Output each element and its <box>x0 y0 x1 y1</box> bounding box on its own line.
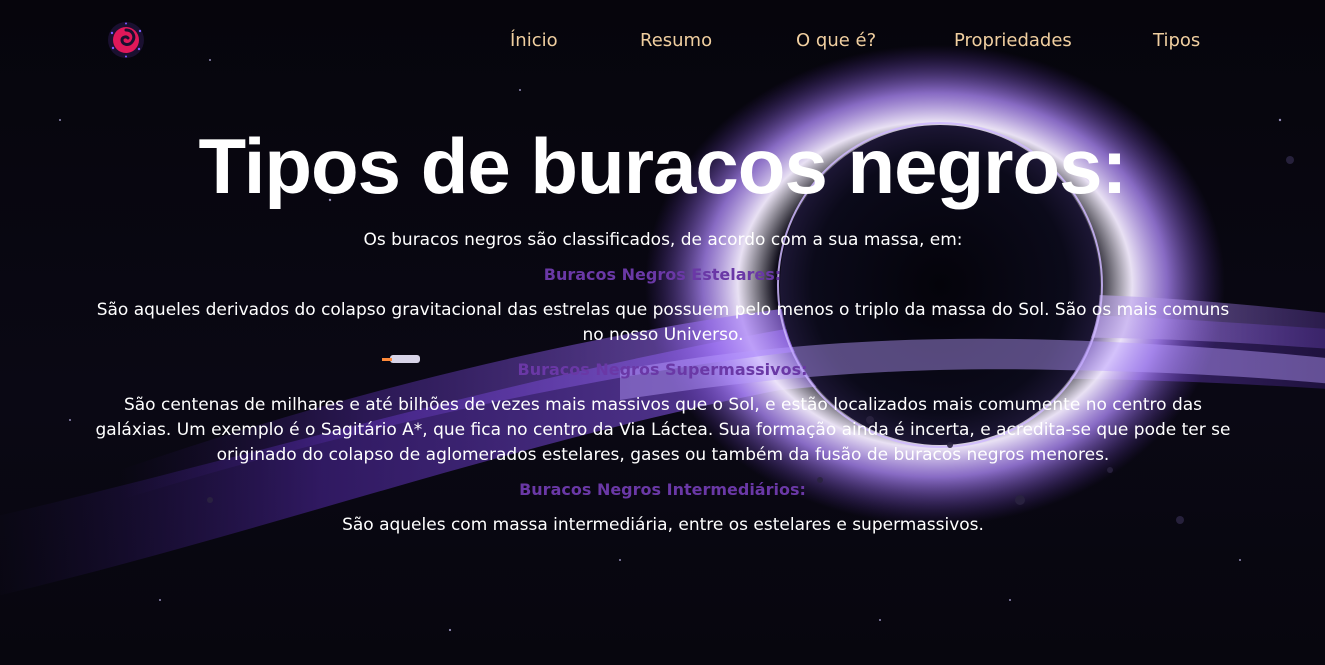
intro-text: Os buracos negros são classificados, de … <box>363 230 963 250</box>
section-heading-supermassivos: Buracos Negros Supermassivos: <box>517 360 808 379</box>
section-text-estelares: São aqueles derivados do colapso gravita… <box>96 300 1230 345</box>
section-heading-intermediarios: Buracos Negros Intermediários: <box>519 480 806 499</box>
main-content: Tipos de buracos negros: Os buracos negr… <box>0 0 1325 665</box>
page-title: Tipos de buracos negros: <box>198 122 1127 210</box>
section-text-intermediarios: São aqueles com massa intermediária, ent… <box>342 515 984 535</box>
section-heading-estelares: Buracos Negros Estelares: <box>543 265 782 284</box>
page: Ínicio Resumo O que é? Propriedades Tipo… <box>0 0 1325 665</box>
section-text-supermassivos: São centenas de milhares e até bilhões d… <box>95 395 1231 465</box>
